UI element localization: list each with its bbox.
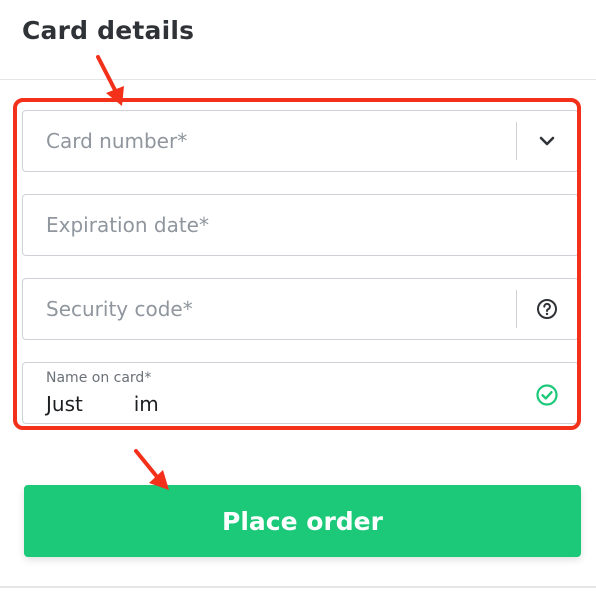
- bottom-divider: [0, 586, 596, 588]
- annotation-highlight-box: [13, 98, 581, 430]
- page-title: Card details: [22, 16, 195, 45]
- place-order-button[interactable]: Place order: [24, 485, 581, 557]
- header-divider: [0, 79, 596, 80]
